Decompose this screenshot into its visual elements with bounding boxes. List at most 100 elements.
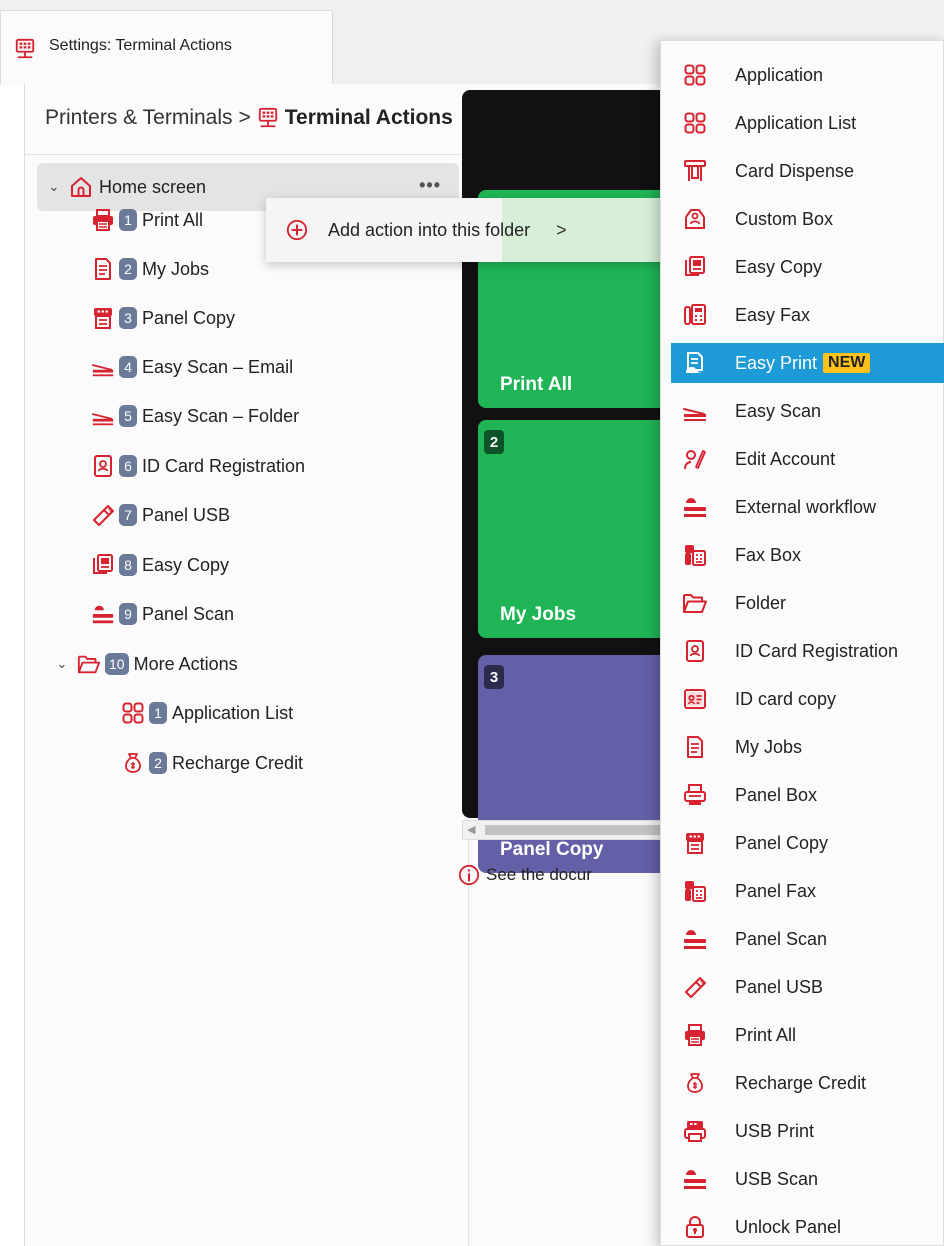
- window-tab[interactable]: Settings: Terminal Actions: [0, 10, 333, 85]
- tree-item-label: More Actions: [133, 653, 238, 674]
- money-bag-icon: [681, 1069, 709, 1097]
- tree-folder-more-actions[interactable]: ⌄ 10 More Actions: [55, 644, 238, 684]
- action-number-badge: 10: [105, 653, 129, 675]
- chevron-down-icon[interactable]: ⌄: [47, 179, 61, 195]
- preview-scrollbar[interactable]: ◀: [462, 820, 662, 840]
- tree-item-label: Panel USB: [142, 504, 231, 525]
- breadcrumb: Printers & Terminals > Terminal Actions: [45, 106, 453, 130]
- submenu-item[interactable]: Easy Scan: [661, 391, 944, 431]
- tree-root-label: Home screen: [99, 176, 207, 197]
- tile-number: 2: [484, 430, 504, 454]
- scrollbar-thumb[interactable]: [485, 825, 661, 835]
- scanner-icon: [91, 404, 115, 428]
- tree-item-label: Easy Scan – Email: [142, 356, 294, 377]
- submenu-item[interactable]: Print All: [661, 1015, 944, 1055]
- action-number-badge: 7: [119, 504, 137, 526]
- submenu-item[interactable]: Recharge Credit: [661, 1063, 944, 1103]
- submenu-item[interactable]: Easy Fax: [661, 295, 944, 335]
- submenu-item[interactable]: External workflow: [661, 487, 944, 527]
- submenu-item[interactable]: Easy Copy: [661, 247, 944, 287]
- scroll-left-icon[interactable]: ◀: [467, 823, 475, 836]
- breadcrumb-parent[interactable]: Printers & Terminals: [45, 106, 233, 130]
- easy-print-icon: [681, 349, 709, 377]
- tree-item[interactable]: 2 My Jobs: [91, 249, 209, 289]
- apps-icon: [681, 109, 709, 137]
- more-options-icon[interactable]: •••: [419, 175, 441, 196]
- submenu-item[interactable]: Edit Account: [661, 439, 944, 479]
- submenu-item-label: External workflow: [735, 496, 877, 517]
- submenu-item[interactable]: Unlock Panel: [661, 1207, 944, 1246]
- submenu-item-label: Application: [735, 64, 824, 85]
- scanner-icon: [91, 355, 115, 379]
- apps-icon: [121, 701, 145, 725]
- submenu-item[interactable]: Panel Box: [661, 775, 944, 815]
- submenu-item[interactable]: Panel Fax: [661, 871, 944, 911]
- submenu-item-label: USB Print: [735, 1120, 815, 1141]
- scanner-icon: [681, 397, 709, 425]
- submenu-item[interactable]: Easy Print NEW: [671, 343, 944, 383]
- submenu-item[interactable]: Folder: [661, 583, 944, 623]
- usb-icon: [681, 973, 709, 1001]
- submenu-item[interactable]: Panel USB: [661, 967, 944, 1007]
- id-card-icon: [681, 637, 709, 665]
- chevron-down-icon[interactable]: ⌄: [55, 656, 69, 672]
- submenu-item[interactable]: USB Print: [661, 1111, 944, 1151]
- submenu-item-label: Easy Scan: [735, 400, 822, 421]
- tree-item-label: Recharge Credit: [172, 752, 304, 773]
- folder-open-icon: [681, 589, 709, 617]
- submenu-item-label: Card Dispense: [735, 160, 855, 181]
- tree-item[interactable]: 8 Easy Copy: [91, 545, 229, 585]
- action-number-badge: 1: [149, 702, 167, 724]
- id-card-icon: [91, 454, 115, 478]
- add-action-menu-item[interactable]: Add action into this folder: [328, 220, 530, 241]
- submenu-item-label: My Jobs: [735, 736, 803, 757]
- action-type-submenu: Application Application List Card Dispense…: [660, 40, 944, 1246]
- submenu-item[interactable]: My Jobs: [661, 727, 944, 767]
- submenu-item-label: Print All: [735, 1024, 797, 1045]
- submenu-item[interactable]: ID card copy: [661, 679, 944, 719]
- flatbed-scanner-icon: [681, 925, 709, 953]
- money-bag-icon: [121, 751, 145, 775]
- submenu-item[interactable]: Fax Box: [661, 535, 944, 575]
- submenu-item-label: Unlock Panel: [735, 1216, 842, 1237]
- tree-item[interactable]: 3 Panel Copy: [91, 298, 235, 338]
- tree-item-label: Panel Scan: [142, 603, 235, 624]
- tile-label: My Jobs: [500, 604, 577, 625]
- submenu-item[interactable]: Application: [661, 55, 944, 95]
- submenu-item[interactable]: ID Card Registration: [661, 631, 944, 671]
- tree-item[interactable]: 7 Panel USB: [91, 495, 230, 535]
- fax-icon: [681, 301, 709, 329]
- printer-icon: [91, 208, 115, 232]
- submenu-item[interactable]: Panel Copy: [661, 823, 944, 863]
- submenu-item-label: Easy Copy: [735, 256, 823, 277]
- documentation-note-text[interactable]: See the docur: [486, 865, 592, 885]
- action-number-badge: 1: [119, 209, 137, 231]
- submenu-item-label: Panel Scan: [735, 928, 828, 949]
- action-number-badge: 3: [119, 307, 137, 329]
- submenu-item[interactable]: Custom Box: [661, 199, 944, 239]
- submenu-item[interactable]: Card Dispense: [661, 151, 944, 191]
- document-icon: [681, 733, 709, 761]
- tree-item-label: Application List: [172, 702, 294, 723]
- easy-copy-icon: [681, 253, 709, 281]
- submenu-item-label: Fax Box: [735, 544, 802, 565]
- tree-item[interactable]: 5 Easy Scan – Folder: [91, 396, 299, 436]
- preview-tile[interactable]: 3 Panel Copy: [478, 655, 668, 873]
- preview-tile[interactable]: 2 My Jobs: [478, 420, 668, 638]
- tree-item[interactable]: 9 Panel Scan: [91, 594, 234, 634]
- fax-box-icon: [681, 877, 709, 905]
- usb-icon: [91, 503, 115, 527]
- tree-item[interactable]: 4 Easy Scan – Email: [91, 347, 293, 387]
- submenu-item[interactable]: USB Scan: [661, 1159, 944, 1199]
- tree-item-label: Easy Scan – Folder: [142, 405, 300, 426]
- tree-item[interactable]: 6 ID Card Registration: [91, 446, 305, 486]
- action-tree: ⌄ Home screen ••• 1 Print All 2 My Jobs 3 Pan…: [25, 155, 469, 1246]
- folder-context-menu: Add action into this folder >: [266, 198, 666, 262]
- info-icon: [458, 864, 480, 886]
- tree-subitem[interactable]: 1 Application List: [121, 693, 293, 733]
- fax-box-icon: [681, 541, 709, 569]
- submenu-item[interactable]: Application List: [661, 103, 944, 143]
- tree-item[interactable]: 1 Print All: [91, 200, 203, 240]
- submenu-item[interactable]: Panel Scan: [661, 919, 944, 959]
- tree-subitem[interactable]: 2 Recharge Credit: [121, 743, 303, 783]
